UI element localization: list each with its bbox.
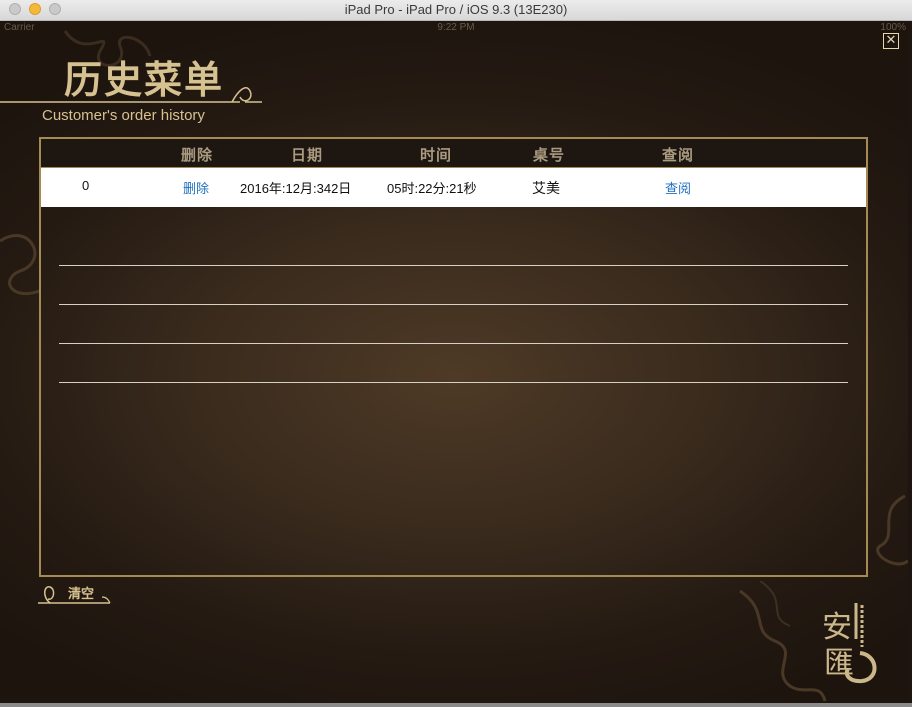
table-header: 删除 日期 时间 桌号 查阅 [41, 139, 866, 168]
window-title: iPad Pro - iPad Pro / iOS 9.3 (13E230) [344, 2, 568, 17]
row-separator [59, 382, 848, 383]
app-screen: Carrier 9:22 PM 100% ✕ 历史菜单 Customer's o… [0, 21, 908, 703]
row-separator [59, 304, 848, 305]
header-time: 时间 [420, 146, 453, 164]
window-title-bar: iPad Pro - iPad Pro / iOS 9.3 (13E230) [0, 0, 912, 21]
row-separator [59, 265, 848, 266]
brand-logo: 安 匯 [822, 603, 877, 684]
delete-link[interactable]: 删除 [183, 178, 209, 197]
header-date: 日期 [291, 146, 324, 164]
row-index: 0 [82, 178, 90, 193]
clear-button-label: 清空 [68, 587, 95, 602]
row-date: 2016年:12月:342日 [240, 181, 352, 196]
svg-text:安: 安 [822, 610, 852, 645]
decorative-swirl [876, 494, 908, 566]
status-battery: 100% [880, 22, 906, 33]
header-delete: 删除 [181, 146, 214, 164]
decorative-swirl [739, 581, 827, 702]
table-row[interactable]: 0 删除 2016年:12月:342日 05时:22分:21秒 艾美 查阅 [41, 168, 866, 207]
header-view: 查阅 [662, 146, 695, 164]
view-link[interactable]: 查阅 [665, 178, 691, 197]
bottom-edge [0, 703, 912, 707]
row-table-number: 艾美 [532, 180, 560, 196]
close-icon[interactable]: ✕ [883, 33, 899, 49]
header-table-number: 桌号 [533, 146, 566, 164]
row-separator [59, 343, 848, 344]
row-time: 05时:22分:21秒 [387, 181, 477, 196]
page-subtitle: Customer's order history [42, 107, 205, 124]
order-history-table: 删除 日期 时间 桌号 查阅 0 删除 2016年:12月:342日 05时:2… [39, 137, 868, 577]
clear-button[interactable]: 清空 [36, 581, 112, 607]
page-title: 历史菜单 [64, 57, 225, 102]
